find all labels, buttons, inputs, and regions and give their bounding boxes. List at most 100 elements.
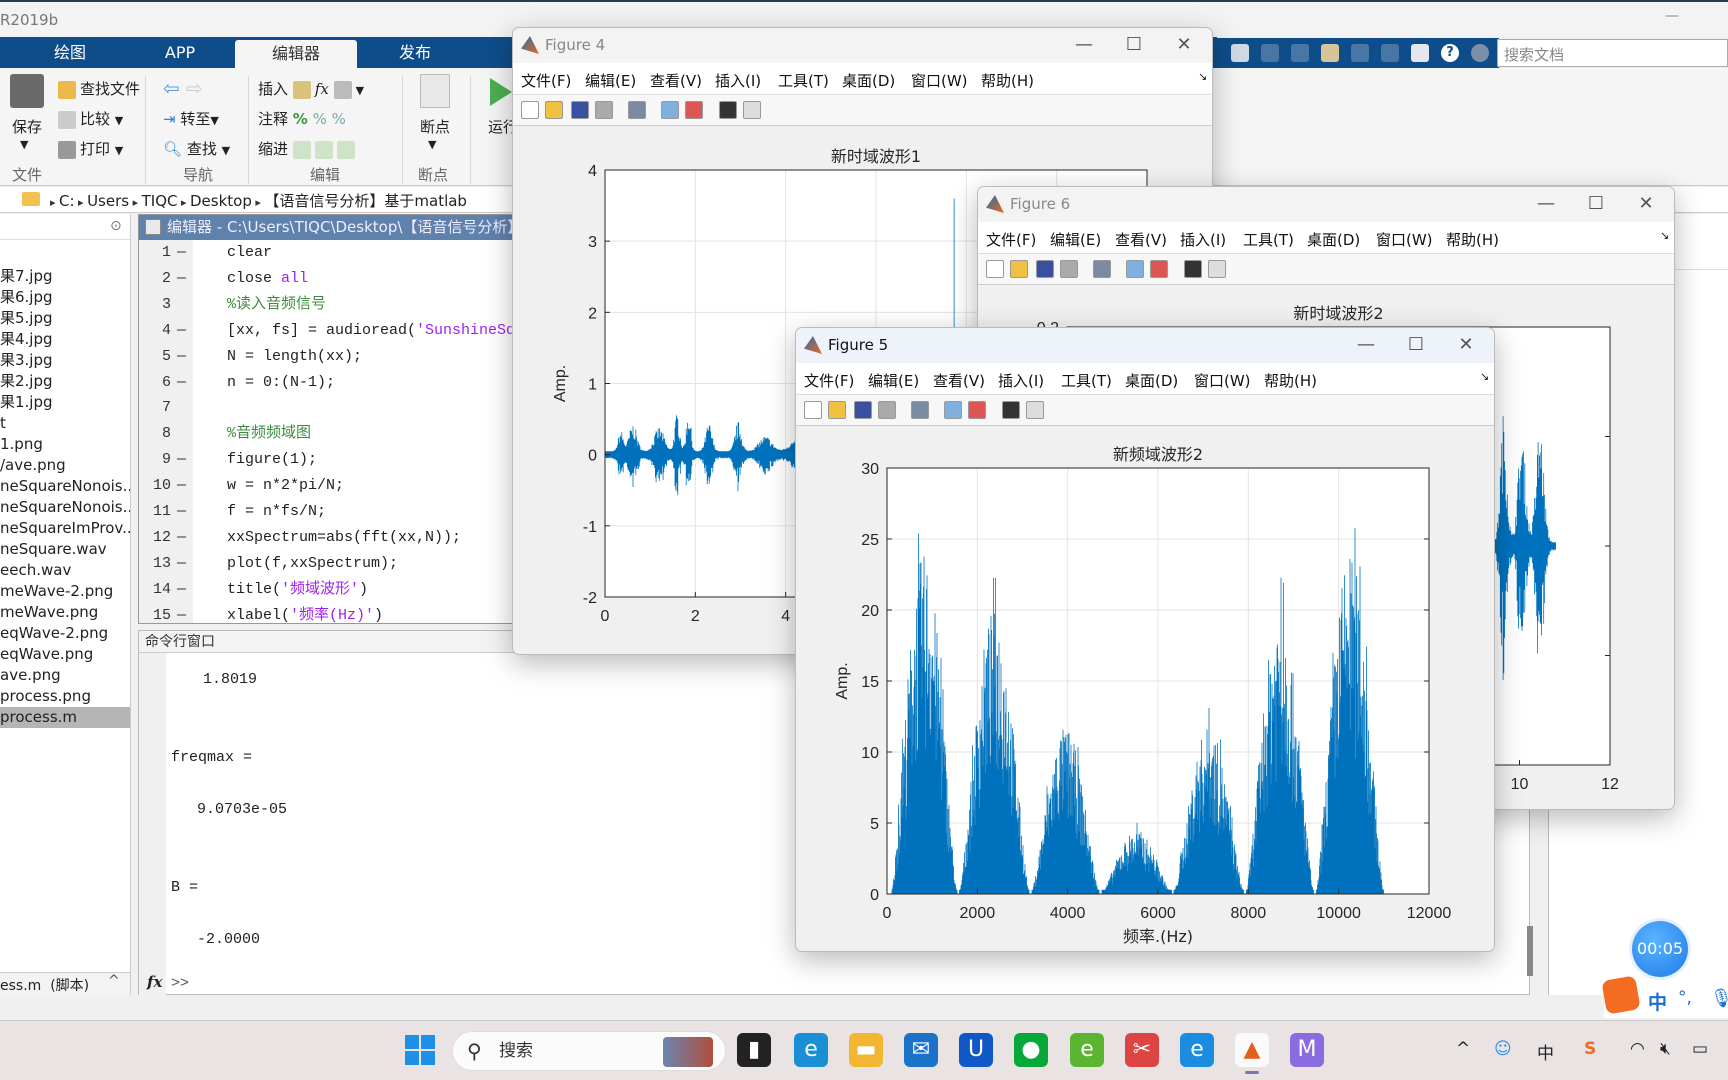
taskbar-edge[interactable]: e — [794, 1033, 828, 1067]
breakpoint-marker[interactable]: — — [177, 525, 186, 551]
taskbar-wechat[interactable]: ● — [1014, 1033, 1048, 1067]
breakpoint-marker[interactable]: — — [177, 318, 186, 344]
save-icon[interactable] — [1231, 44, 1249, 62]
breakpoints-dropdown-icon[interactable]: ▼ — [428, 138, 436, 151]
file-list-item[interactable]: /ave.png — [0, 455, 130, 476]
file-list-item[interactable]: neSquareNonois... — [0, 476, 130, 497]
tab-publish[interactable]: 发布 — [375, 37, 455, 68]
undo-icon[interactable] — [1351, 44, 1369, 62]
taskbar-photos[interactable]: M — [1290, 1033, 1324, 1067]
code-line[interactable]: 8 %音频频域图 — [139, 421, 537, 447]
breadcrumb-segment[interactable]: Users — [87, 192, 129, 210]
code-line[interactable]: 14 — title('频域波形') — [139, 577, 537, 603]
file-list-item[interactable]: 果5.jpg — [0, 308, 130, 329]
file-list-item[interactable]: 果2.jpg — [0, 371, 130, 392]
show-hidden-icons-chevron[interactable]: ^ — [1456, 1039, 1470, 1059]
start-button[interactable] — [405, 1035, 435, 1065]
function-browser-icon[interactable]: fx — [147, 973, 162, 991]
file-list-item[interactable]: 果3.jpg — [0, 350, 130, 371]
insert-button[interactable]: 插入 fx ▼ — [258, 78, 364, 99]
help-icon[interactable]: ? — [1441, 44, 1459, 62]
breakpoints-button[interactable]: 断点 — [420, 116, 450, 137]
microphone-icon[interactable]: 🎙︎ — [1710, 988, 1728, 1009]
wifi-icon[interactable]: ◠ — [1630, 1039, 1645, 1059]
minimize-button[interactable]: — — [1665, 8, 1679, 24]
code-line[interactable]: 5 — N = length(xx); — [139, 344, 537, 370]
taskbar-search[interactable]: ⚲ 搜索 — [452, 1031, 726, 1071]
paste-icon[interactable] — [1321, 44, 1339, 62]
redo-icon[interactable] — [1381, 44, 1399, 62]
code-line[interactable]: 13 — plot(f,xxSpectrum); — [139, 551, 537, 577]
file-list-item[interactable]: neSquare.wav — [0, 539, 130, 560]
breakpoint-marker[interactable]: — — [177, 344, 186, 370]
indent-button[interactable]: 缩进 — [258, 138, 359, 159]
breakpoint-marker[interactable]: — — [177, 370, 186, 396]
copy-icon[interactable] — [1291, 44, 1309, 62]
comment-button[interactable]: 注释 % % % — [258, 108, 346, 129]
code-line[interactable]: 12 — xxSpectrum=abs(fft(xx,N)); — [139, 525, 537, 551]
file-list-item[interactable]: process.m — [0, 707, 130, 728]
file-list-item[interactable]: neSquareImProv... — [0, 518, 130, 539]
breakpoint-marker[interactable]: — — [177, 603, 186, 623]
file-list-item[interactable]: 果7.jpg — [0, 266, 130, 287]
input-method-tray-icon[interactable]: 中 — [1537, 1039, 1554, 1064]
code-line[interactable]: 2 — close all — [139, 266, 537, 292]
cut-icon[interactable] — [1261, 44, 1279, 62]
file-list-item[interactable]: ave.png — [0, 665, 130, 686]
file-list-item[interactable]: eqWave-2.png — [0, 623, 130, 644]
sogou-tray-icon[interactable]: S — [1584, 1039, 1596, 1059]
run-icon[interactable] — [490, 78, 512, 106]
code-line[interactable]: 7 — [139, 395, 537, 421]
breadcrumb-segment[interactable]: 【语音信号分析】基于matlab — [264, 192, 467, 210]
breakpoint-marker[interactable]: — — [177, 266, 186, 292]
taskbar-security[interactable]: U — [959, 1033, 993, 1067]
code-line[interactable]: 11 — f = n*fs/N; — [139, 499, 537, 525]
file-list-item[interactable]: 果4.jpg — [0, 329, 130, 350]
file-list-item[interactable]: t — [0, 413, 130, 434]
taskbar-browser[interactable]: e — [1180, 1033, 1214, 1067]
breadcrumb-segment[interactable]: C: — [59, 192, 75, 210]
breadcrumb-segment[interactable]: Desktop — [190, 192, 252, 210]
back-arrow-icon[interactable]: ⇦ ⇨ — [163, 76, 203, 100]
breakpoint-marker[interactable]: — — [177, 447, 186, 473]
file-list-item[interactable]: eqWave.png — [0, 644, 130, 665]
find-files-button[interactable]: 查找文件 — [58, 78, 140, 99]
file-list-item[interactable]: 1.png — [0, 434, 130, 455]
taskbar-matlab[interactable]: ▲ — [1235, 1033, 1269, 1074]
taskbar-mail[interactable]: ✉ — [904, 1033, 938, 1067]
command-prompt[interactable]: >> — [171, 975, 189, 992]
qq-tray-icon[interactable]: ☺ — [1494, 1039, 1512, 1059]
breakpoints-icon[interactable] — [420, 74, 450, 108]
file-list-item[interactable]: 果6.jpg — [0, 287, 130, 308]
save-button[interactable]: 保存 — [12, 116, 42, 137]
file-list-item[interactable]: process.png — [0, 686, 130, 707]
figure-window[interactable]: Figure 5— ☐ ✕ 文件(F) 编辑(E) 查看(V) 插入(I) 工具(T) 桌面(D… — [795, 327, 1495, 952]
tab-plots[interactable]: 绘图 — [30, 37, 110, 68]
save-icon[interactable] — [10, 74, 44, 108]
chevron-up-icon[interactable]: ^ — [108, 973, 120, 989]
recording-timer[interactable]: 00:05 — [1632, 921, 1688, 977]
find-button[interactable]: 🔍︎ 查找 ▼ — [163, 138, 230, 159]
file-list-item[interactable]: eech.wav — [0, 560, 130, 581]
breakpoint-marker[interactable]: — — [177, 551, 186, 577]
file-list-item[interactable]: meWave-2.png — [0, 581, 130, 602]
taskbar-ie-browser[interactable]: e — [1070, 1033, 1104, 1067]
breakpoint-marker[interactable]: — — [177, 499, 186, 525]
code-line[interactable]: 15 — xlabel('频率(Hz)') — [139, 603, 537, 623]
tab-apps[interactable]: APP — [140, 37, 220, 68]
code-line[interactable]: 10 — w = n*2*pi/N; — [139, 473, 537, 499]
scrollbar-thumb[interactable] — [1527, 926, 1533, 976]
save-dropdown-icon[interactable]: ▼ — [20, 138, 28, 151]
breakpoint-marker[interactable]: — — [177, 240, 186, 266]
file-list-item[interactable]: neSquareNonois... — [0, 497, 130, 518]
dropdown-icon[interactable] — [1471, 44, 1489, 62]
switch-windows-icon[interactable] — [1411, 44, 1429, 62]
battery-icon[interactable]: ▭ — [1692, 1039, 1708, 1059]
code-line[interactable]: 9 — figure(1); — [139, 447, 537, 473]
code-line[interactable]: 4 — [xx, fs] = audioread('SunshineSqu — [139, 318, 537, 344]
taskbar-file-explorer[interactable]: ▬ — [849, 1033, 883, 1067]
code-line[interactable]: 6 — n = 0:(N-1); — [139, 370, 537, 396]
tab-editor[interactable]: 编辑器 — [235, 40, 357, 68]
sogou-logo-icon[interactable] — [1601, 975, 1641, 1015]
volume-muted-icon[interactable]: 🔇︎ — [1660, 1039, 1671, 1059]
